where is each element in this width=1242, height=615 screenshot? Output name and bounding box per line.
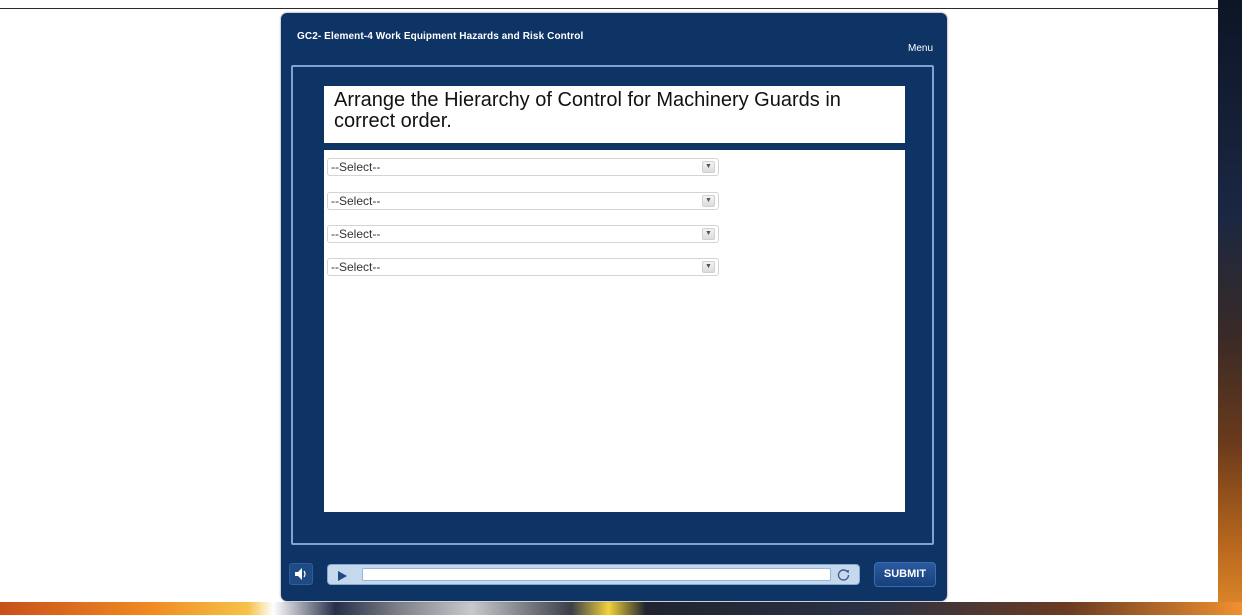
background-strip-right (1218, 0, 1242, 615)
course-title: GC2- Element-4 Work Equipment Hazards an… (297, 31, 584, 42)
play-icon (338, 571, 347, 581)
chevron-down-icon: ▼ (702, 228, 715, 240)
order-select-3[interactable]: --Select-- ▼ (327, 225, 719, 243)
play-button[interactable] (336, 569, 348, 581)
menu-button[interactable]: Menu (908, 43, 933, 54)
order-select-1-value: --Select-- (331, 160, 381, 174)
replay-icon (837, 569, 850, 581)
order-select-1[interactable]: --Select-- ▼ (327, 158, 719, 176)
course-player: GC2- Element-4 Work Equipment Hazards an… (281, 13, 947, 601)
page-top-rule (0, 8, 1218, 9)
replay-button[interactable] (836, 567, 851, 582)
volume-button[interactable] (289, 563, 313, 585)
chevron-down-icon: ▼ (702, 161, 715, 173)
speaker-icon (295, 568, 306, 580)
progress-track[interactable] (362, 568, 831, 581)
player-controls: SUBMIT (281, 561, 947, 591)
slide-stage: Arrange the Hierarchy of Control for Mac… (291, 65, 934, 545)
order-select-4[interactable]: --Select-- ▼ (327, 258, 719, 276)
seekbar[interactable] (327, 564, 860, 585)
order-select-4-value: --Select-- (331, 260, 381, 274)
answer-area: --Select-- ▼ --Select-- ▼ --Select-- ▼ -… (324, 150, 905, 512)
chevron-down-icon: ▼ (702, 261, 715, 273)
submit-button[interactable]: SUBMIT (874, 562, 936, 587)
chevron-down-icon: ▼ (702, 195, 715, 207)
question-box: Arrange the Hierarchy of Control for Mac… (324, 86, 905, 143)
question-text: Arrange the Hierarchy of Control for Mac… (334, 89, 841, 132)
background-strip-bottom (0, 602, 1242, 615)
order-select-2-value: --Select-- (331, 194, 381, 208)
order-select-2[interactable]: --Select-- ▼ (327, 192, 719, 210)
order-select-3-value: --Select-- (331, 227, 381, 241)
